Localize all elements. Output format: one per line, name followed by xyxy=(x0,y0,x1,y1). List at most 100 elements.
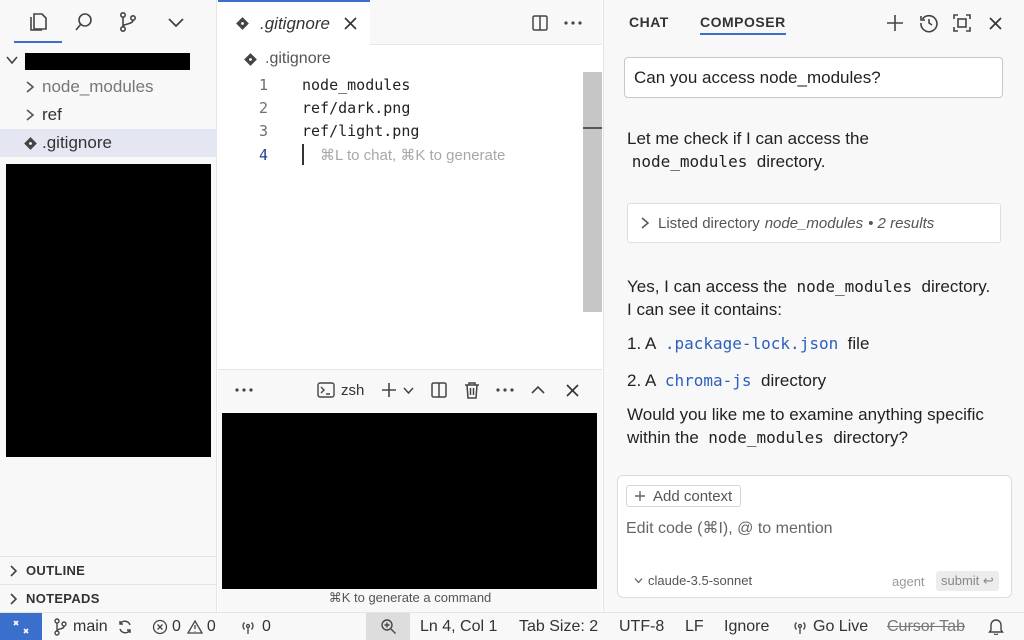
inline-code: node_modules xyxy=(631,152,748,171)
tab-gitignore[interactable]: .gitignore xyxy=(218,0,370,45)
breadcrumb[interactable]: .gitignore xyxy=(242,50,331,68)
line-ending[interactable]: LF xyxy=(685,613,704,640)
tree-item-node-modules[interactable]: node_modules xyxy=(0,73,217,101)
section-notepads[interactable]: NOTEPADS xyxy=(0,584,217,612)
tab-composer[interactable]: COMPOSER xyxy=(700,14,786,35)
history-icon[interactable] xyxy=(916,10,942,36)
redacted-workspace-name xyxy=(25,53,190,70)
broadcast-icon xyxy=(792,619,808,635)
search-icon[interactable] xyxy=(67,6,101,38)
more-actions-icon[interactable] xyxy=(232,380,256,400)
composer-input-placeholder[interactable]: Edit code (⌘I), @ to mention xyxy=(626,518,833,538)
close-icon[interactable] xyxy=(342,15,360,33)
inline-code: chroma-js xyxy=(664,371,752,390)
plus-icon xyxy=(633,489,647,503)
code-line[interactable]: ref/dark.png xyxy=(302,99,410,117)
branch-label: main xyxy=(73,617,108,635)
maximize-icon[interactable] xyxy=(949,10,975,36)
assistant-message-3: Would you like me to examine anything sp… xyxy=(627,403,984,449)
section-outline[interactable]: OUTLINE xyxy=(0,556,217,584)
tab-size[interactable]: Tab Size: 2 xyxy=(519,613,598,640)
mode-label[interactable]: agent xyxy=(892,574,925,589)
code-line[interactable]: node_modules xyxy=(302,76,410,94)
chevron-right-icon xyxy=(6,564,22,577)
inline-code: node_modules xyxy=(708,428,824,447)
message-text: I can see it contains: xyxy=(627,300,782,319)
plus-icon[interactable] xyxy=(882,10,908,36)
error-count: 0 xyxy=(172,617,181,635)
bell-icon[interactable] xyxy=(986,613,1006,640)
close-icon[interactable] xyxy=(561,380,583,400)
add-context-label: Add context xyxy=(653,487,733,505)
list-item: 2. A chroma-js directory xyxy=(627,369,826,392)
tree-item-ref[interactable]: ref xyxy=(0,101,217,129)
more-actions-icon[interactable] xyxy=(561,11,585,35)
ports-indicator[interactable]: 0 xyxy=(240,613,271,640)
chevron-down-icon[interactable] xyxy=(401,380,415,400)
user-question[interactable]: Can you access node_modules? xyxy=(624,57,1003,98)
message-text: directory. xyxy=(756,152,826,171)
chevron-down-icon[interactable] xyxy=(159,6,193,38)
active-view-indicator xyxy=(14,41,62,43)
go-live-label: Go Live xyxy=(813,617,869,635)
submit-button[interactable]: submit ↩ xyxy=(936,571,999,591)
composer-input-box[interactable]: Add context Edit code (⌘I), @ to mention… xyxy=(617,475,1012,598)
broadcast-icon xyxy=(240,619,256,635)
remote-icon xyxy=(12,618,30,636)
code-line[interactable]: ref/light.png xyxy=(302,122,419,140)
chevron-down-icon xyxy=(632,576,644,585)
git-file-icon xyxy=(22,135,38,151)
redacted-terminal-output[interactable] xyxy=(222,413,597,589)
editor-pane: .gitignore .gitignore 1 2 3 4 node_modul… xyxy=(218,0,602,368)
trash-icon[interactable] xyxy=(461,380,483,400)
scrollbar-cursor-marker xyxy=(583,127,602,129)
split-terminal-icon[interactable] xyxy=(428,380,450,400)
assistant-message-1: Let me check if I can access the node_mo… xyxy=(627,127,869,173)
cursor-hint: ⌘L to chat, ⌘K to generate xyxy=(320,147,506,164)
message-text: directory? xyxy=(833,428,908,447)
encoding[interactable]: UTF-8 xyxy=(619,613,664,640)
model-selector[interactable]: claude-3.5-sonnet xyxy=(632,573,752,588)
terminal-hint: ⌘K to generate a command xyxy=(328,590,492,605)
inline-code: .package-lock.json xyxy=(664,334,839,353)
split-editor-icon[interactable] xyxy=(528,11,552,35)
tree-item-label: .gitignore xyxy=(42,133,112,152)
chevron-up-icon[interactable] xyxy=(527,380,549,400)
remote-indicator[interactable] xyxy=(0,613,42,640)
terminal-shell-selector[interactable]: zsh xyxy=(316,380,364,400)
add-context-button[interactable]: Add context xyxy=(626,485,742,507)
branch-indicator[interactable]: main xyxy=(53,613,108,640)
cursor-position[interactable]: Ln 4, Col 1 xyxy=(420,613,497,640)
breadcrumb-label: .gitignore xyxy=(265,50,331,67)
tree-item-label: ref xyxy=(42,105,62,124)
warning-count: 0 xyxy=(206,617,216,635)
language-mode[interactable]: Ignore xyxy=(724,613,769,640)
tool-results: • 2 results xyxy=(868,214,935,232)
chevron-right-icon xyxy=(22,107,38,123)
tree-item-gitignore[interactable]: .gitignore xyxy=(0,129,217,157)
chevron-down-icon xyxy=(4,52,20,68)
sync-icon[interactable] xyxy=(116,613,134,640)
assistant-message-2: Yes, I can access the node_modules direc… xyxy=(627,275,990,321)
files-icon[interactable] xyxy=(21,6,55,38)
zoom-icon[interactable] xyxy=(366,613,410,640)
git-branch-icon xyxy=(53,617,67,636)
source-control-icon[interactable] xyxy=(111,6,145,38)
editor-scrollbar[interactable] xyxy=(583,72,602,312)
tool-target: node_modules xyxy=(764,214,864,232)
more-actions-icon[interactable] xyxy=(494,380,516,400)
tool-call-listed-directory[interactable]: Listed directory node_modules • 2 result… xyxy=(627,203,1001,243)
list-number: 2. A xyxy=(627,371,656,390)
line-number: 3 xyxy=(259,122,269,140)
problems-indicator[interactable]: 0 0 xyxy=(152,613,216,640)
chevron-right-icon xyxy=(638,217,652,229)
tab-chat[interactable]: CHAT xyxy=(629,14,669,30)
plus-icon[interactable] xyxy=(378,380,400,400)
tool-label: Listed directory xyxy=(658,214,760,232)
chevron-right-icon xyxy=(6,592,22,605)
shell-label: zsh xyxy=(341,381,365,399)
close-icon[interactable] xyxy=(982,10,1008,36)
go-live-button[interactable]: Go Live xyxy=(792,613,868,640)
cursor-tab-toggle[interactable]: Cursor Tab xyxy=(887,613,965,640)
git-file-icon xyxy=(242,51,258,67)
